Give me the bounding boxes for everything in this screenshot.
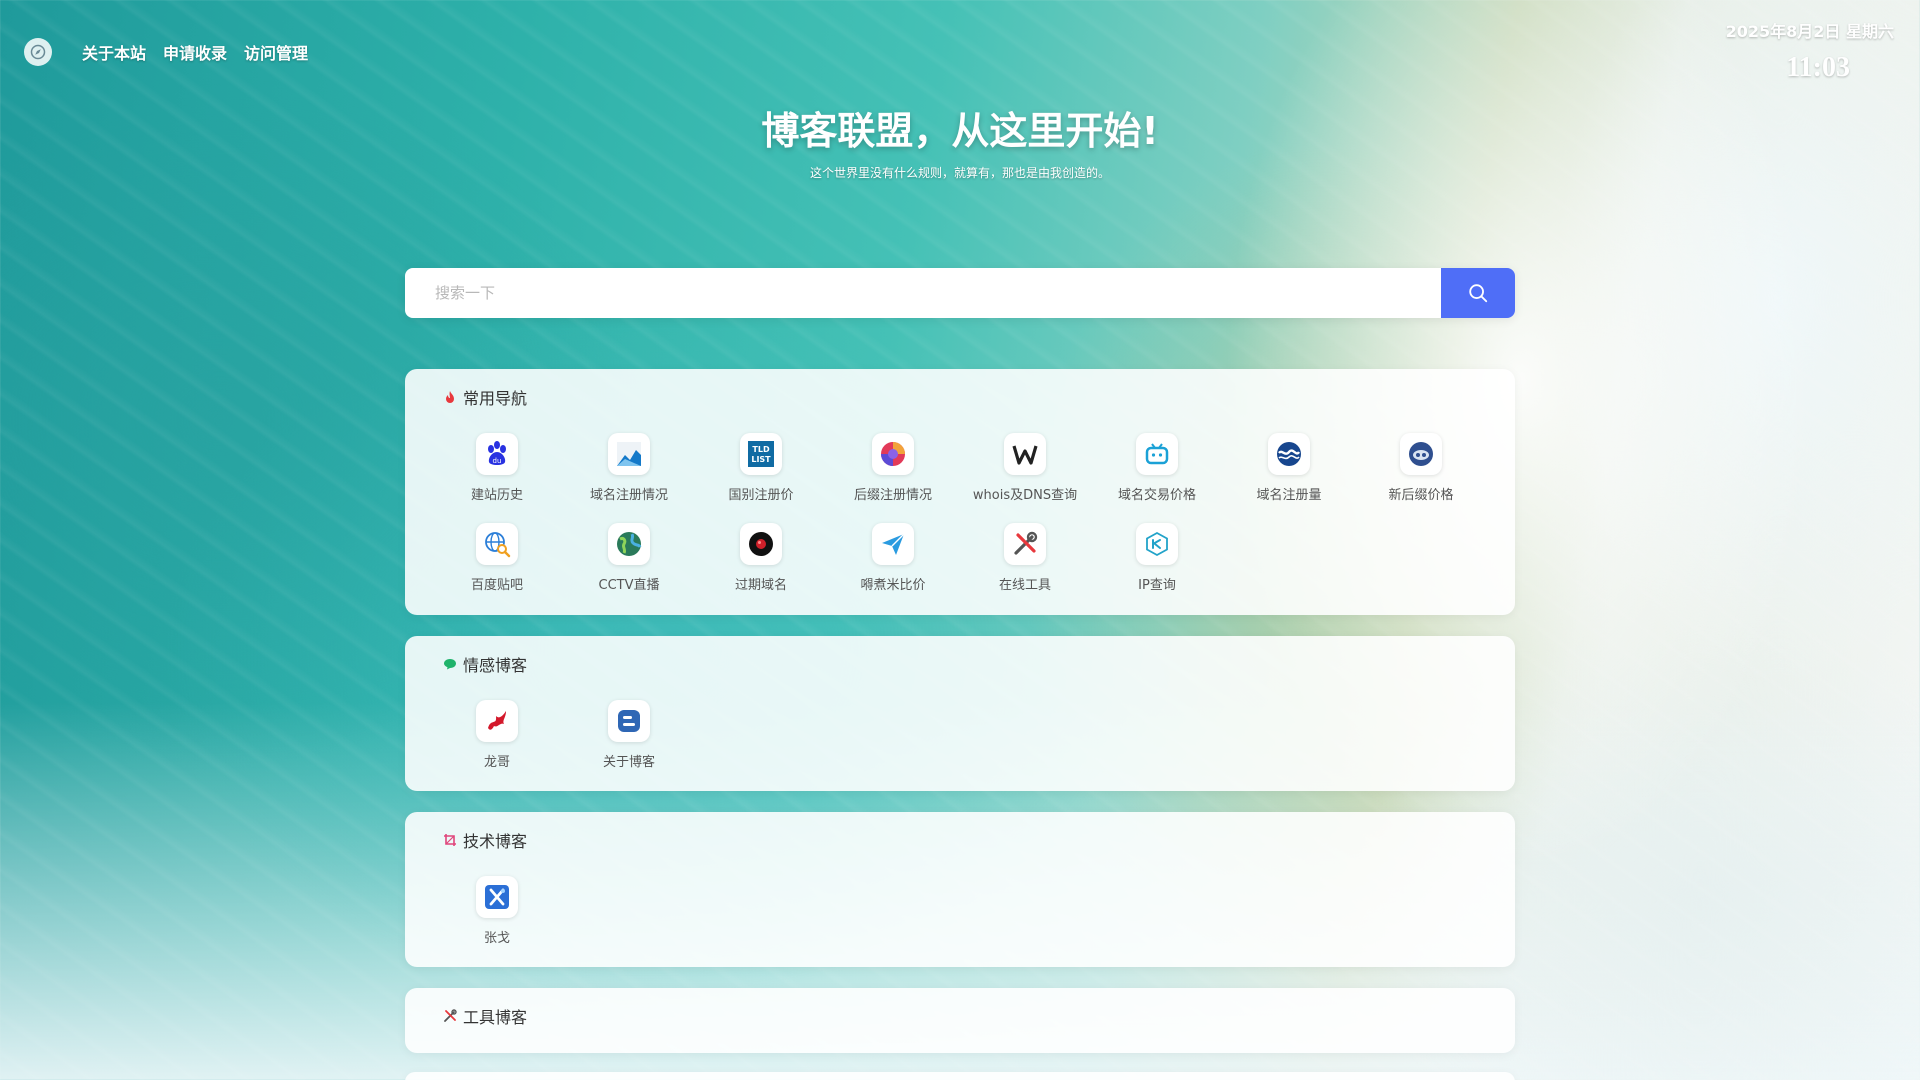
- dark-orb-icon: [740, 523, 782, 565]
- link-item[interactable]: 龙哥: [431, 700, 563, 790]
- section-common-nav: 常用导航 du 建站历史 域名注册情况 TLD LIST 国别注册价 后缀注册情况: [405, 369, 1515, 615]
- hero-subtitle: 这个世界里没有什么规则，就算有，那也是由我创造的。: [809, 166, 1110, 180]
- clock: 2025年8月2日 星期六 11:03: [1726, 18, 1894, 84]
- link-item[interactable]: 在线工具: [959, 523, 1091, 613]
- link-grid: du 建站历史 域名注册情况 TLD LIST 国别注册价 后缀注册情况 who…: [431, 433, 1491, 613]
- compass-logo-icon[interactable]: [24, 38, 52, 66]
- section-emotion-blog: 情感博客 龙哥 关于博客: [405, 636, 1515, 791]
- link-item[interactable]: du 建站历史: [431, 433, 563, 523]
- search-icon: [1469, 284, 1488, 303]
- tools-icon: [1004, 523, 1046, 565]
- chart-mountain-icon: [608, 433, 650, 475]
- link-label: 域名注册情况: [589, 488, 668, 503]
- baidu-paw-icon: du: [476, 433, 518, 475]
- section-header: 常用导航: [443, 385, 527, 409]
- section-title: 工具博客: [463, 1008, 528, 1027]
- green-globe-icon: [608, 523, 650, 565]
- flame-icon: [443, 390, 457, 404]
- link-item[interactable]: 域名注册情况: [563, 433, 695, 523]
- link-item[interactable]: 嘚煮米比价: [827, 523, 959, 613]
- section-next-partial: [405, 1072, 1515, 1080]
- crop-icon: [443, 833, 457, 847]
- link-label: 关于博客: [602, 755, 655, 770]
- section-tool-blog: 工具博客: [405, 988, 1515, 1053]
- link-label: 国别注册价: [728, 488, 794, 503]
- link-label: 张戈: [483, 931, 510, 946]
- section-tech-blog: 技术博客 张戈: [405, 812, 1515, 967]
- svg-text:LIST: LIST: [751, 455, 771, 464]
- link-label: 百度贴吧: [470, 578, 523, 593]
- link-label: 域名注册量: [1256, 488, 1322, 503]
- link-label: 域名交易价格: [1117, 488, 1196, 503]
- link-label: CCTV直播: [598, 578, 660, 593]
- blogger-icon: [608, 700, 650, 742]
- link-grid: 张戈: [431, 876, 1491, 966]
- nav-admin[interactable]: 访问管理: [244, 40, 308, 64]
- red-dragon-icon: [476, 700, 518, 742]
- link-label: IP查询: [1138, 578, 1176, 593]
- link-label: 过期域名: [734, 578, 787, 593]
- link-grid: 龙哥 关于博客: [431, 700, 1491, 790]
- section-title: 技术博客: [463, 832, 528, 851]
- link-item[interactable]: whois及DNS查询: [959, 433, 1091, 523]
- link-item[interactable]: 百度贴吧: [431, 523, 563, 613]
- svg-text:TLD: TLD: [752, 445, 770, 454]
- paper-plane-icon: [872, 523, 914, 565]
- section-header: 情感博客: [443, 652, 527, 676]
- clock-time: 11:03: [1786, 52, 1850, 83]
- top-nav: 关于本站 申请收录 访问管理: [24, 38, 325, 66]
- link-item[interactable]: 关于博客: [563, 700, 695, 790]
- colorful-circle-icon: [872, 433, 914, 475]
- chat-bubble-icon: [443, 657, 457, 671]
- section-header: 工具博客: [443, 1004, 527, 1028]
- ip-hexagon-icon: [1136, 523, 1178, 565]
- svg-text:du: du: [493, 457, 502, 465]
- letter-w-icon: [1004, 433, 1046, 475]
- link-item[interactable]: 域名交易价格: [1091, 433, 1223, 523]
- robot-face-icon: [1400, 433, 1442, 475]
- link-item[interactable]: IP查询: [1091, 523, 1223, 613]
- globe-search-icon: [476, 523, 518, 565]
- blue-x-icon: [476, 876, 518, 918]
- link-item[interactable]: 后缀注册情况: [827, 433, 959, 523]
- wave-badge-icon: [1268, 433, 1310, 475]
- link-item[interactable]: 张戈: [431, 876, 563, 966]
- search-input[interactable]: [405, 268, 1441, 318]
- nav-about[interactable]: 关于本站: [82, 40, 146, 64]
- link-item[interactable]: 过期域名: [695, 523, 827, 613]
- link-item[interactable]: 域名注册量: [1223, 433, 1355, 523]
- tld-list-icon: TLD LIST: [740, 433, 782, 475]
- search-button[interactable]: [1441, 268, 1515, 318]
- link-item[interactable]: TLD LIST 国别注册价: [695, 433, 827, 523]
- section-title: 常用导航: [463, 389, 528, 408]
- link-label: 在线工具: [998, 578, 1051, 593]
- link-label: 嘚煮米比价: [860, 578, 926, 593]
- link-item[interactable]: 新后缀价格: [1355, 433, 1487, 523]
- hero-title: 博客联盟，从这里开始!: [761, 109, 1159, 153]
- section-title: 情感博客: [463, 656, 528, 675]
- tv-bot-icon: [1136, 433, 1178, 475]
- section-header: 技术博客: [443, 828, 527, 852]
- link-item[interactable]: CCTV直播: [563, 523, 695, 613]
- link-label: whois及DNS查询: [972, 488, 1078, 503]
- search-bar: [405, 268, 1515, 318]
- nav-apply[interactable]: 申请收录: [163, 40, 227, 64]
- link-label: 龙哥: [483, 755, 510, 770]
- link-label: 新后缀价格: [1388, 488, 1454, 503]
- link-label: 后缀注册情况: [853, 488, 932, 503]
- wrench-cross-icon: [443, 1009, 457, 1023]
- clock-date: 2025年8月2日 星期六: [1725, 22, 1894, 41]
- link-label: 建站历史: [470, 488, 523, 503]
